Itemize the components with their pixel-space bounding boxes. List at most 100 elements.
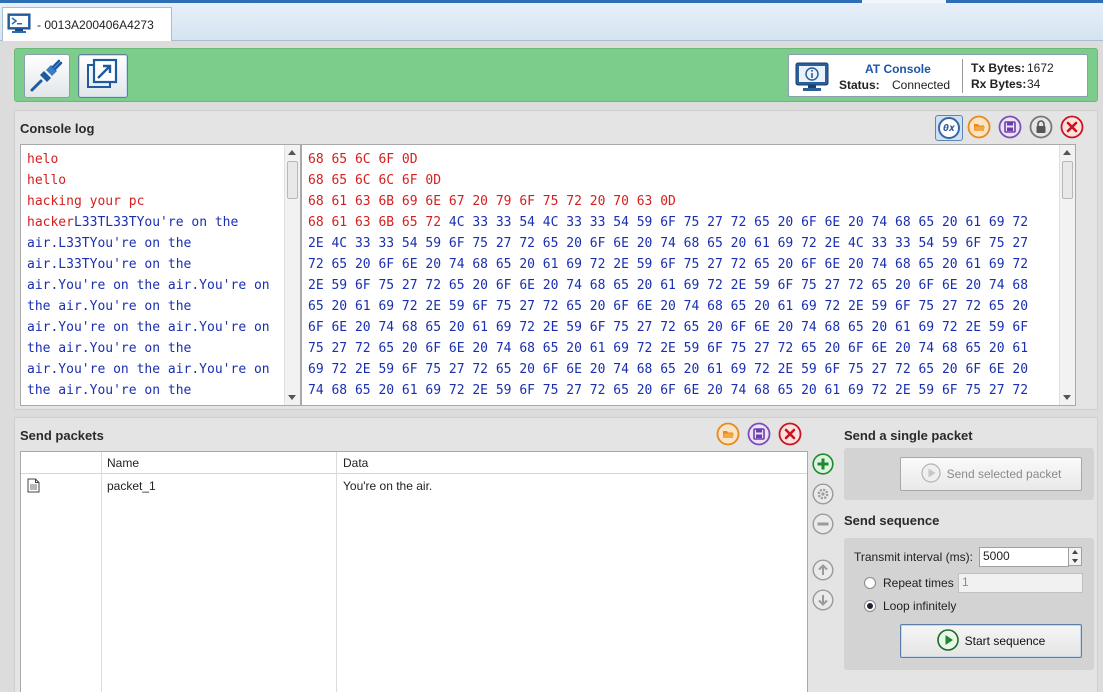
loop-infinitely-label: Loop infinitely xyxy=(883,599,957,613)
packets-table: Name Data packet_1 You're on the air. xyxy=(20,451,808,692)
remove-packet-button[interactable] xyxy=(812,512,834,538)
hex-log-scrollbar[interactable] xyxy=(1059,145,1075,405)
send-sequence-title: Send sequence xyxy=(844,513,940,528)
column-header-name[interactable]: Name xyxy=(107,456,139,470)
packet-data-cell: You're on the air. xyxy=(343,479,433,493)
tab-device[interactable]: - 0013A200406A4273 xyxy=(2,7,172,41)
hex-log-line: 2E 4C 33 33 54 59 6F 75 27 72 65 20 6F 6… xyxy=(308,236,1029,251)
send-selected-packet-label: Send selected packet xyxy=(946,467,1062,481)
tx-bytes-value: 1672 xyxy=(1027,61,1054,75)
transmit-interval-stepper[interactable] xyxy=(1068,547,1082,566)
rx-bytes-label: Rx Bytes: xyxy=(971,77,1027,91)
save-icon xyxy=(998,115,1022,142)
start-sequence-button[interactable]: Start sequence xyxy=(900,624,1082,658)
send-single-packet-title: Send a single packet xyxy=(844,428,973,443)
edit-packet-button[interactable] xyxy=(812,482,834,508)
hex-icon: 0x xyxy=(938,117,960,139)
remove-icon xyxy=(812,512,834,538)
send-sequence-box: Transmit interval (ms): 5000 Repeat time… xyxy=(844,538,1094,670)
hex-log-line-received-part: 4C 33 33 54 4C 33 33 54 59 6F 75 27 72 6… xyxy=(448,215,1029,230)
lock-scroll-button[interactable] xyxy=(1029,115,1053,142)
hex-log-line: 68 61 63 6B 65 72 4C 33 33 54 4C 33 33 5… xyxy=(308,212,1028,233)
load-packets-button[interactable] xyxy=(716,422,740,449)
console-log-panel: Console log 0x helo hello hacking your pc h… xyxy=(14,110,1098,410)
ascii-log-scrollbar[interactable] xyxy=(284,145,300,405)
hex-log-line: 69 72 2E 59 6F 75 27 72 65 20 6F 6E 20 7… xyxy=(308,362,1029,377)
load-log-button[interactable] xyxy=(967,115,991,140)
move-down-button[interactable] xyxy=(812,588,834,614)
single-packet-box: Send selected packet xyxy=(844,448,1094,500)
monitor-info-icon xyxy=(794,61,830,96)
repeat-times-radio[interactable] xyxy=(864,577,876,589)
tab-strip-accent-gap xyxy=(862,0,946,3)
status-divider xyxy=(962,59,963,93)
ascii-log-lines: helo hello hacking your pc hackerL33TL33TYo… xyxy=(27,149,270,401)
status-label: Status: xyxy=(839,78,880,92)
start-sequence-label: Start sequence xyxy=(964,634,1046,648)
detach-window-icon xyxy=(85,57,121,96)
load-icon xyxy=(716,422,740,449)
clear-packets-button[interactable] xyxy=(778,422,802,447)
ascii-log-line: air.You're on the air.You're on xyxy=(27,362,270,377)
scroll-up-icon xyxy=(1063,150,1071,155)
save-packets-button[interactable] xyxy=(747,422,771,449)
move-down-icon xyxy=(812,588,834,614)
ascii-log-line: the air.You're on the xyxy=(27,383,192,398)
scroll-down-icon xyxy=(288,395,296,400)
table-row[interactable]: packet_1 You're on the air. xyxy=(21,475,807,497)
console-title: AT Console xyxy=(865,62,931,76)
column-header-data[interactable]: Data xyxy=(343,456,368,470)
transmit-interval-label: Transmit interval (ms): xyxy=(854,550,973,564)
hex-log-line: 68 61 63 6B 69 6E 67 20 79 6F 75 72 20 7… xyxy=(308,194,676,209)
ascii-log-view[interactable]: helo hello hacking your pc hackerL33TL33TYo… xyxy=(20,144,301,406)
hex-log-line: 68 65 6C 6C 6F 0D xyxy=(308,173,442,188)
tx-bytes-label: Tx Bytes: xyxy=(971,61,1026,75)
hex-log-lines: 68 65 6C 6F 0D 68 65 6C 6C 6F 0D 68 61 63 … xyxy=(308,149,1028,401)
ascii-log-line-sent-part: hacker xyxy=(27,215,74,230)
console-status-box: AT Console Status: Connected Tx Bytes: 1… xyxy=(788,54,1088,97)
scroll-up-icon xyxy=(288,150,296,155)
repeat-times-label: Repeat times xyxy=(883,576,954,590)
hex-log-line: 72 65 20 6F 6E 20 74 68 65 20 61 69 72 2… xyxy=(308,257,1029,272)
repeat-times-input[interactable]: 1 xyxy=(958,573,1083,593)
ascii-log-line: air.L33TYou're on the xyxy=(27,236,192,251)
status-value: Connected xyxy=(892,78,951,92)
packet-name-cell: packet_1 xyxy=(107,479,156,493)
lock-icon xyxy=(1029,115,1053,142)
toolbar: AT Console Status: Connected Tx Bytes: 1… xyxy=(14,48,1098,102)
ascii-log-line: hackerL33TL33TYou're on the xyxy=(27,212,270,233)
terminal-icon xyxy=(7,12,31,37)
ascii-log-line: the air.You're on the xyxy=(27,341,192,356)
document-icon xyxy=(27,478,40,496)
add-packet-button[interactable] xyxy=(812,452,834,478)
hex-log-line: 6F 6E 20 74 68 65 20 61 69 72 2E 59 6F 7… xyxy=(308,320,1029,335)
connect-button[interactable] xyxy=(24,54,70,98)
ascii-log-line: air.L33TYou're on the xyxy=(27,257,192,272)
play-icon xyxy=(936,628,959,654)
hex-toggle-button[interactable]: 0x xyxy=(935,115,963,141)
send-selected-packet-button[interactable]: Send selected packet xyxy=(900,457,1082,491)
scroll-thumb[interactable] xyxy=(1062,161,1073,199)
scroll-thumb[interactable] xyxy=(287,161,298,199)
loop-infinitely-radio[interactable] xyxy=(864,600,876,612)
save-log-button[interactable] xyxy=(998,115,1022,142)
tab-label: - 0013A200406A4273 xyxy=(37,17,154,32)
add-icon xyxy=(812,452,834,478)
ascii-log-line: hello xyxy=(27,173,67,188)
gear-icon xyxy=(812,482,834,508)
hex-log-line: 75 27 72 65 20 6F 6E 20 74 68 65 20 61 6… xyxy=(308,341,1029,356)
hex-log-line: 2E 59 6F 75 27 72 65 20 6F 6E 20 74 68 6… xyxy=(308,278,1029,293)
detach-window-button[interactable] xyxy=(78,54,128,98)
clear-log-button[interactable] xyxy=(1060,115,1084,140)
rx-bytes-value: 34 xyxy=(1027,77,1041,91)
ascii-log-line: air.You're on the air.You're on xyxy=(27,278,270,293)
transmit-interval-input[interactable]: 5000 xyxy=(979,547,1069,567)
send-packets-title: Send packets xyxy=(20,428,104,443)
move-up-icon xyxy=(812,558,834,584)
tab-strip: - 0013A200406A4273 xyxy=(0,0,1103,41)
hex-log-view[interactable]: 68 65 6C 6F 0D 68 65 6C 6C 6F 0D 68 61 63 … xyxy=(301,144,1076,406)
packets-table-header: Name Data xyxy=(21,452,807,474)
move-up-button[interactable] xyxy=(812,558,834,584)
ascii-log-line: hacking your pc xyxy=(27,194,145,209)
save-icon xyxy=(747,422,771,449)
